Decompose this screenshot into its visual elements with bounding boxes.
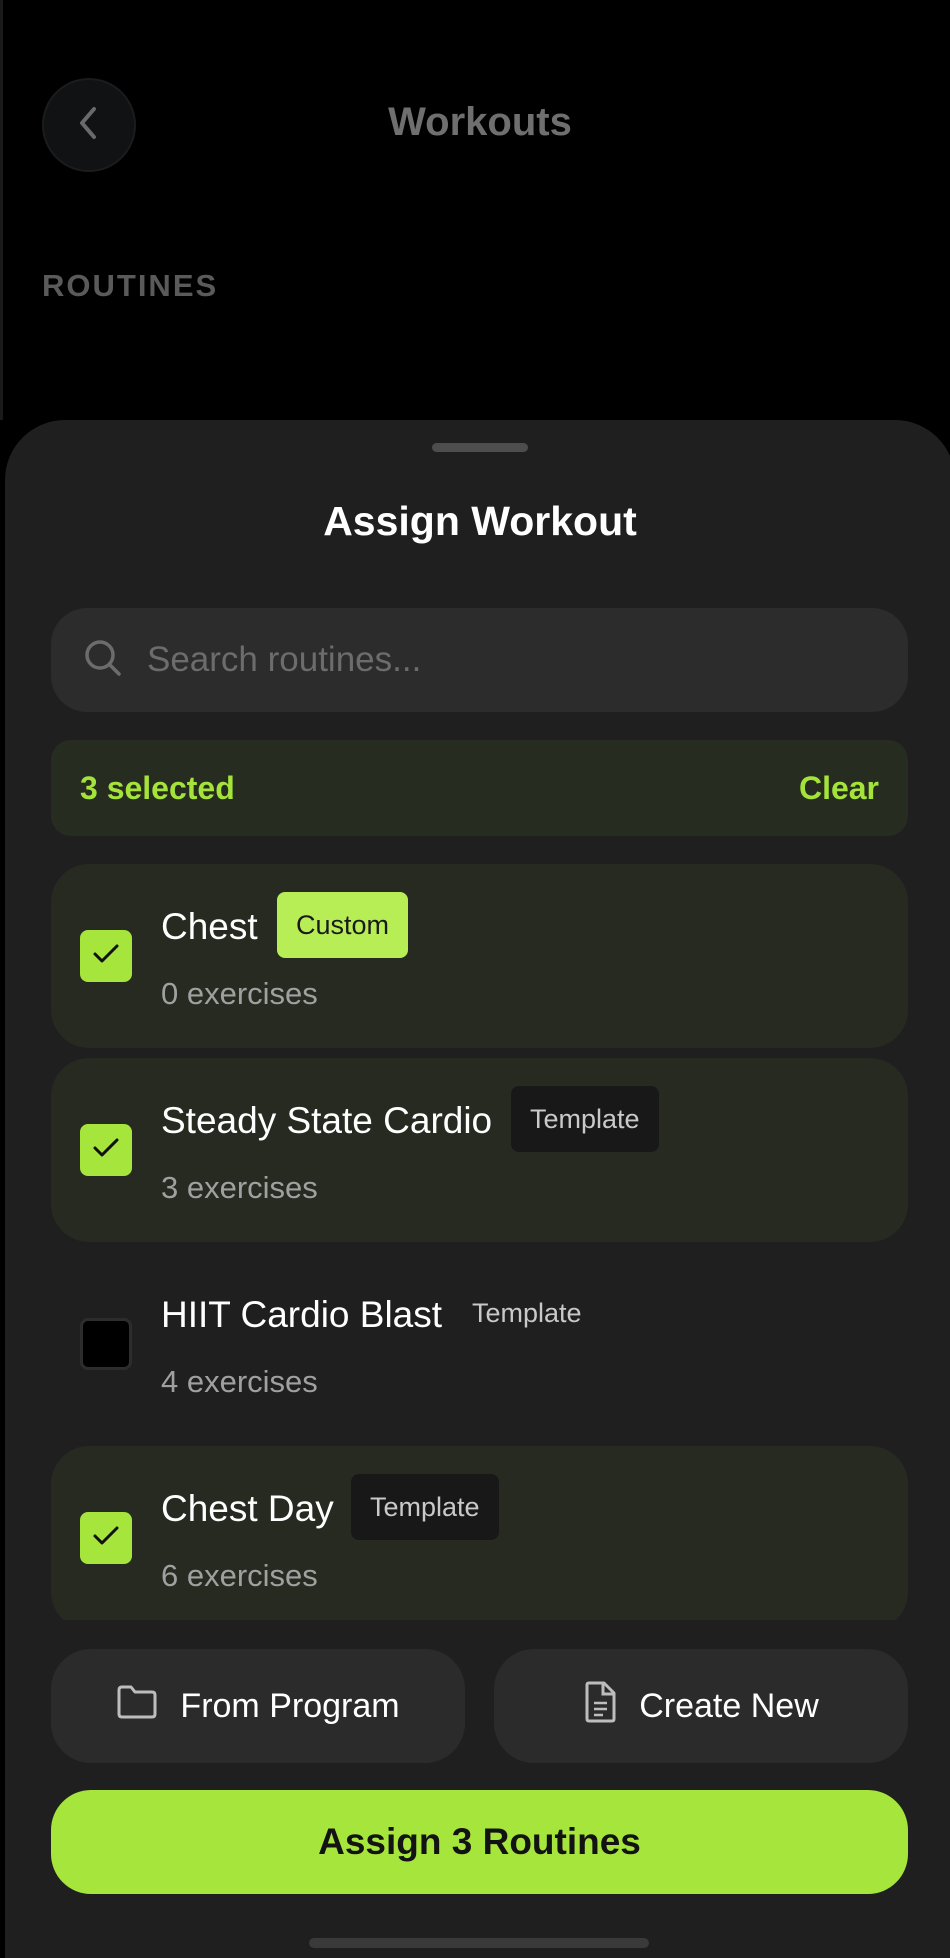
search-icon xyxy=(83,638,123,683)
template-badge: Template xyxy=(351,1474,499,1540)
routine-item-steady-state-cardio[interactable]: Steady State Cardio Template 3 exercises xyxy=(51,1058,908,1242)
checkmark-icon xyxy=(92,1525,120,1552)
routine-name: Steady State Cardio xyxy=(161,1100,493,1141)
routine-item-chest[interactable]: Chest Custom 0 exercises xyxy=(51,864,908,1048)
search-input[interactable] xyxy=(147,640,847,680)
routine-exercise-count: 4 exercises xyxy=(161,1364,318,1399)
checkmark-icon xyxy=(92,943,120,970)
checkmark-icon xyxy=(92,1137,120,1164)
routine-exercise-count: 6 exercises xyxy=(161,1558,318,1593)
from-program-button[interactable]: From Program xyxy=(51,1649,465,1763)
search-bar[interactable] xyxy=(51,608,908,712)
template-badge: Template xyxy=(511,1086,659,1152)
routine-item-chest-day[interactable]: Chest Day Template 6 exercises xyxy=(51,1446,908,1620)
routine-checkbox[interactable] xyxy=(80,1318,132,1370)
routine-checkbox[interactable] xyxy=(80,1124,132,1176)
home-indicator xyxy=(309,1938,649,1948)
selected-count: 3 selected xyxy=(80,769,235,806)
sheet-grabber[interactable] xyxy=(432,443,528,452)
routine-list[interactable]: Chest Custom 0 exercises Steady State Ca… xyxy=(51,864,908,1620)
from-program-label: From Program xyxy=(180,1686,400,1725)
template-badge: Template xyxy=(472,1297,582,1328)
routine-name: Chest Day xyxy=(161,1488,334,1529)
routine-exercise-count: 0 exercises xyxy=(161,976,318,1011)
routine-name: Chest xyxy=(161,906,258,947)
routine-item-hiit-cardio-blast[interactable]: HIIT Cardio Blast Template 4 exercises xyxy=(51,1252,908,1436)
routine-checkbox[interactable] xyxy=(80,930,132,982)
page-title: Workouts xyxy=(388,100,572,144)
custom-badge: Custom xyxy=(277,892,409,958)
routine-exercise-count: 3 exercises xyxy=(161,1170,318,1205)
folder-icon xyxy=(116,1684,158,1729)
selection-bar: 3 selected Clear xyxy=(51,740,908,836)
assign-routines-button[interactable]: Assign 3 Routines xyxy=(51,1790,908,1894)
sheet-title: Assign Workout xyxy=(323,498,637,544)
routine-name: HIIT Cardio Blast xyxy=(161,1294,443,1335)
clear-button[interactable]: Clear xyxy=(799,770,879,807)
create-new-label: Create New xyxy=(639,1686,819,1725)
routine-checkbox[interactable] xyxy=(80,1512,132,1564)
create-new-button[interactable]: Create New xyxy=(494,1649,908,1763)
section-label: ROUTINES xyxy=(42,268,219,303)
edge-line xyxy=(0,0,3,420)
document-icon xyxy=(583,1681,617,1732)
